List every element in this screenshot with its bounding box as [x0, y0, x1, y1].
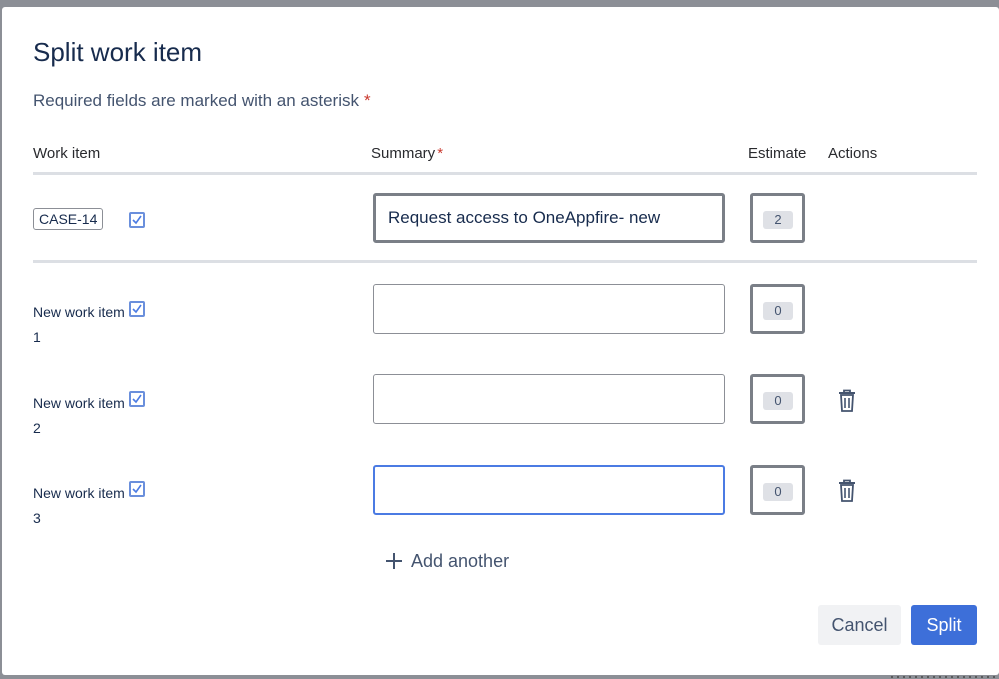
cancel-button[interactable]: Cancel [818, 605, 901, 645]
backdrop-pattern [889, 675, 999, 679]
new-item-label-3: New work item 3 [33, 481, 125, 531]
new-item-1-summary-input[interactable] [373, 284, 725, 334]
header-divider [33, 172, 977, 175]
new-item-number: 3 [33, 510, 41, 526]
required-asterisk: * [363, 91, 371, 110]
new-item-number: 1 [33, 329, 41, 345]
new-item-3-checkbox[interactable] [129, 481, 145, 497]
new-item-3-summary-input[interactable] [373, 465, 725, 515]
new-item-3-estimate-field[interactable]: 0 [750, 465, 805, 515]
add-another-button[interactable]: Add another [385, 547, 509, 575]
original-item-checkbox[interactable] [129, 212, 145, 228]
new-item-label-2: New work item 2 [33, 391, 125, 441]
check-icon [132, 394, 142, 404]
work-item-key: CASE-14 [33, 208, 104, 230]
section-divider [33, 260, 977, 263]
original-estimate-field[interactable]: 2 [750, 193, 805, 243]
new-item-3-estimate-value: 0 [763, 483, 793, 501]
new-item-text: New work item [33, 304, 125, 320]
column-header-summary: Summary * [371, 145, 443, 162]
required-note-text: Required fields are marked with an aster… [33, 91, 359, 110]
original-summary-input[interactable] [373, 193, 725, 243]
check-icon [132, 484, 142, 494]
check-icon [132, 304, 142, 314]
new-item-text: New work item [33, 485, 125, 501]
delete-item-2-trash-icon[interactable] [836, 389, 858, 413]
required-fields-note: Required fields are marked with an aster… [33, 91, 371, 111]
add-another-label: Add another [411, 550, 510, 571]
column-header-actions: Actions [828, 145, 878, 162]
new-item-2-estimate-field[interactable]: 0 [750, 374, 805, 424]
new-item-2-summary-input[interactable] [373, 374, 725, 424]
new-item-1-estimate-value: 0 [763, 302, 793, 320]
check-icon [132, 215, 142, 225]
column-header-work-item: Work item [33, 145, 101, 162]
column-header-estimate: Estimate [748, 145, 807, 162]
new-item-2-estimate-value: 0 [763, 392, 793, 410]
original-estimate-value: 2 [763, 211, 793, 229]
delete-item-3-trash-icon[interactable] [836, 479, 858, 503]
summary-header-text: Summary [371, 145, 436, 162]
new-item-2-checkbox[interactable] [129, 391, 145, 407]
summary-required-asterisk: * [437, 145, 444, 162]
split-button[interactable]: Split [911, 605, 977, 645]
new-item-number: 2 [33, 420, 41, 436]
new-item-1-estimate-field[interactable]: 0 [750, 284, 805, 334]
dialog-title: Split work item [33, 37, 203, 67]
new-item-text: New work item [33, 395, 125, 411]
new-item-1-checkbox[interactable] [129, 301, 145, 317]
new-item-label-1: New work item 1 [33, 300, 125, 350]
split-work-item-dialog: Split work item Required fields are mark… [2, 7, 999, 675]
plus-icon [386, 553, 402, 569]
